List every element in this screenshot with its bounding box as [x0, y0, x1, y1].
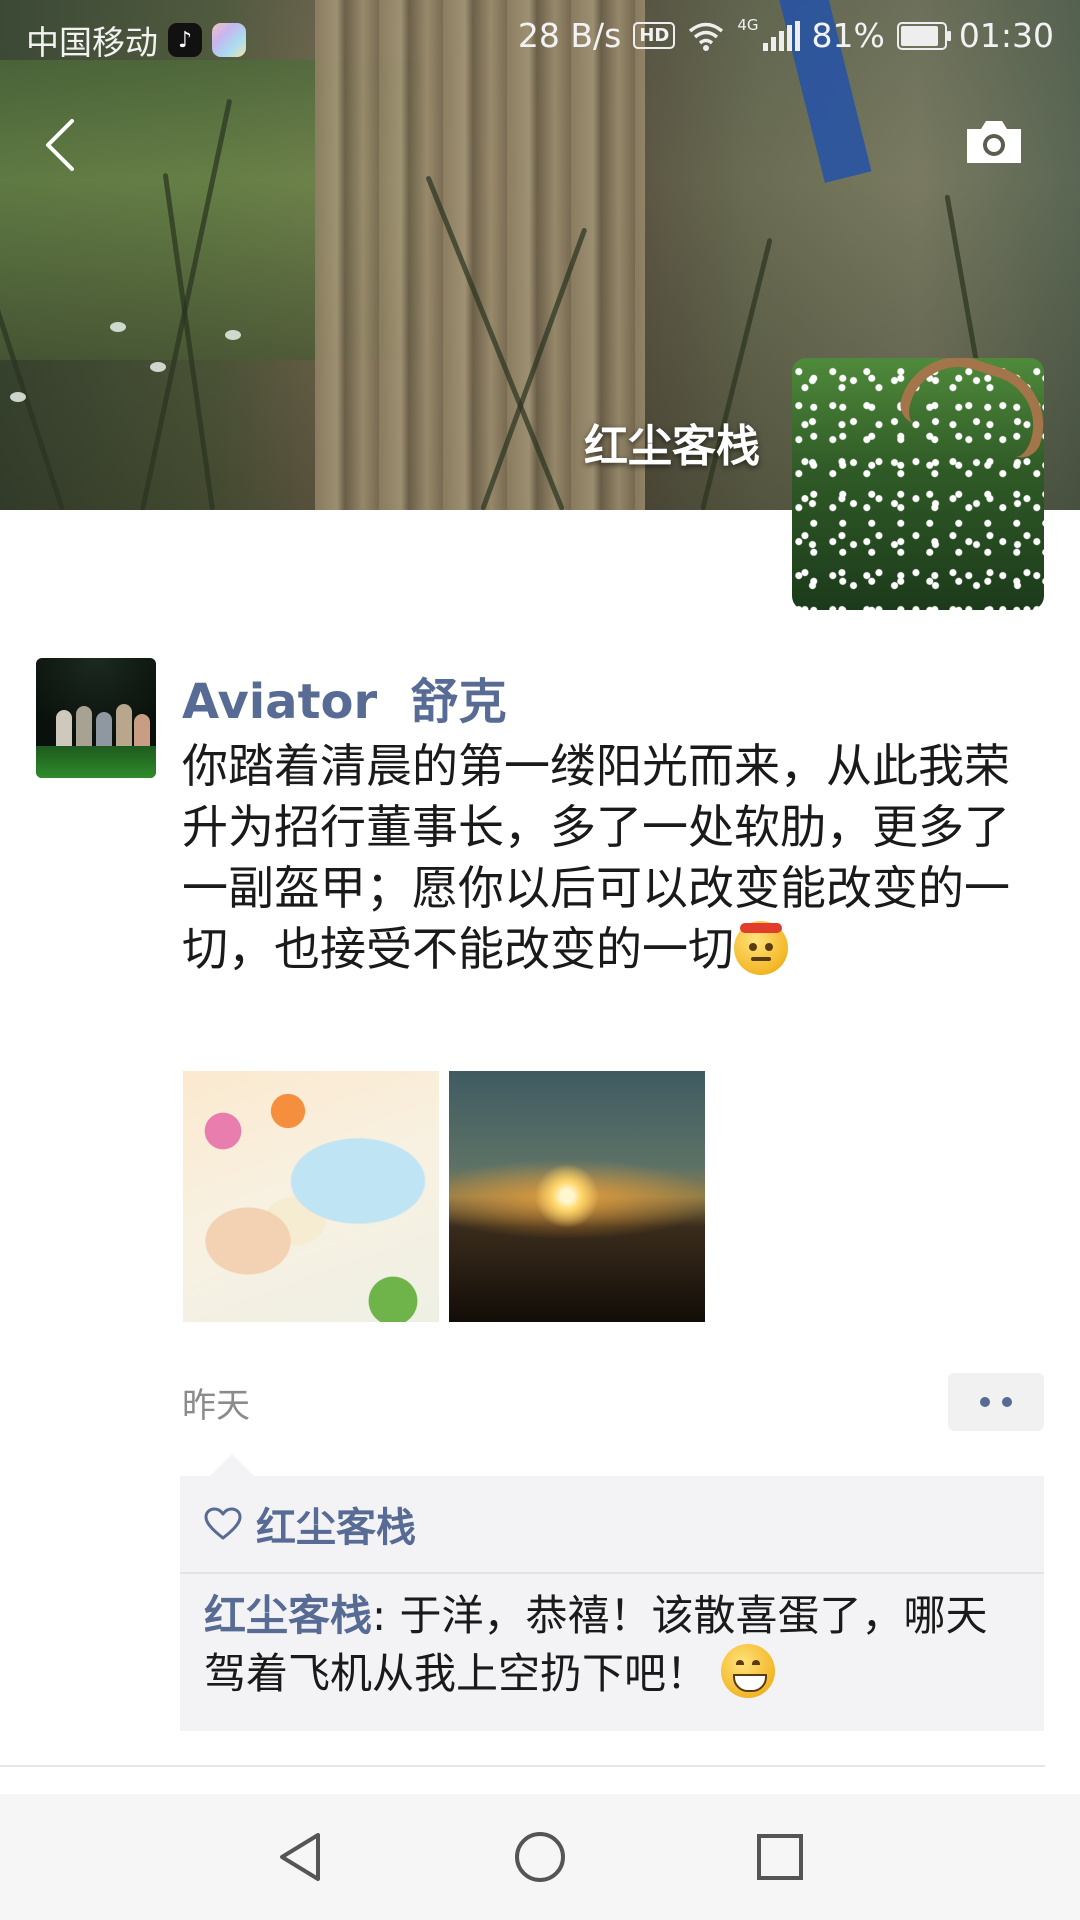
comment-item[interactable]: 红尘客栈: 于洋，恭禧！该散喜蛋了，哪天驾着飞机从我上空扔下吧！ [204, 1588, 1024, 1702]
author-avatar[interactable] [36, 658, 156, 778]
app-notification-icon [212, 23, 246, 57]
profile-avatar[interactable] [792, 358, 1044, 610]
tiktok-notification-icon: ♪ [168, 23, 202, 57]
camera-button[interactable] [960, 114, 1028, 170]
heart-outline-icon [204, 1507, 242, 1540]
nav-back-button[interactable] [260, 1822, 340, 1892]
carrier-label: 中国移动 [26, 23, 158, 62]
avatar-ground [36, 746, 156, 778]
network-speed: 28 B/s [517, 16, 622, 55]
post-separator [0, 1765, 1045, 1767]
cover-flower [150, 362, 166, 372]
network-type: 4G [737, 16, 759, 34]
more-dots-icon [980, 1397, 990, 1407]
avatar-figure [96, 712, 112, 750]
back-button[interactable] [30, 110, 90, 180]
post-time: 昨天 [182, 1386, 250, 1426]
circle-home-icon [515, 1832, 565, 1882]
camera-icon [967, 121, 1021, 163]
battery-level [900, 25, 939, 46]
comment-box-pointer [210, 1454, 254, 1476]
moments-detail-screen: 中国移动 ♪ 28 B/s HD 4G 81% 01:30 红尘客栈 Aviat… [0, 0, 1080, 1920]
clock: 01:30 [958, 16, 1054, 55]
triangle-back-icon [280, 1833, 320, 1881]
like-user-name[interactable]: 红尘客栈 [256, 1495, 416, 1553]
post-photo-baby[interactable] [183, 1071, 439, 1322]
post-text-content: 你踏着清晨的第一缕阳光而来，从此我荣升为招行董事长，多了一处软肋，更多了一副盔甲… [182, 739, 1010, 976]
system-navigation-bar [0, 1794, 1080, 1920]
avatar-figure [56, 710, 72, 750]
comment-author[interactable]: 红尘客栈 [204, 1591, 372, 1640]
comment-box-divider [180, 1572, 1044, 1574]
chevron-left-icon [46, 119, 74, 171]
cover-flower [225, 330, 241, 340]
post-text: 你踏着清晨的第一缕阳光而来，从此我荣升为招行董事长，多了一处软肋，更多了一副盔甲… [182, 736, 1012, 980]
battery-icon [896, 21, 951, 50]
avatar-figure [134, 714, 150, 750]
avatar-figure [116, 704, 132, 750]
likes-comments-box: 红尘客栈 红尘客栈: 于洋，恭禧！该散喜蛋了，哪天驾着飞机从我上空扔下吧！ [180, 1454, 1044, 1731]
wifi-icon [689, 22, 724, 51]
nav-recents-button[interactable] [740, 1822, 820, 1892]
grinning-face-emoji-icon [721, 1644, 776, 1698]
cover-flower [10, 392, 26, 402]
avatar-flower-pot [895, 358, 1044, 463]
avatar-figure [76, 706, 92, 750]
likes-row: 红尘客栈 [204, 1476, 416, 1572]
more-actions-button[interactable] [948, 1373, 1044, 1431]
comment-separator: : [372, 1591, 400, 1640]
angry-face-emoji-icon [734, 921, 788, 975]
battery-percent: 81% [811, 16, 885, 55]
profile-name: 红尘客栈 [584, 421, 760, 472]
cover-flower [110, 322, 126, 332]
square-recents-icon [757, 1834, 803, 1880]
nav-home-button[interactable] [500, 1822, 580, 1892]
cellular-signal-icon [762, 20, 800, 51]
post-photo-sunrise[interactable] [449, 1071, 705, 1322]
hd-badge: HD [633, 22, 676, 49]
more-dots-icon [1002, 1397, 1012, 1407]
status-bar: 中国移动 ♪ 28 B/s HD 4G 81% 01:30 [0, 0, 1080, 72]
post-author-name[interactable]: Aviator 舒克 [182, 662, 507, 732]
